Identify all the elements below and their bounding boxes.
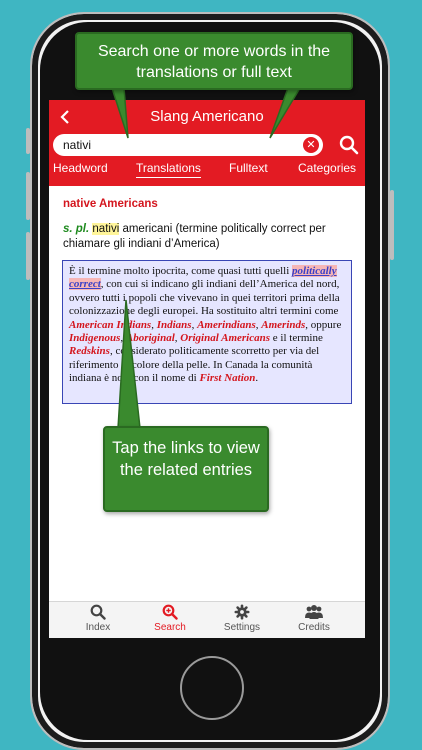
gear-icon — [234, 604, 250, 620]
callout-links-tip: Tap the links to view the related entrie… — [103, 426, 269, 512]
entry-translation: s. pl. nativi americani (termine politic… — [63, 222, 353, 252]
callout-search-tip: Search one or more words in the translat… — [75, 32, 353, 90]
search-icon — [90, 604, 106, 620]
link-first-nation[interactable]: First Nation — [199, 372, 255, 384]
usage-note: È il termine molto ipocrita, come quasi … — [62, 260, 352, 404]
nav-label: Settings — [223, 622, 261, 633]
tab-headword[interactable]: Headword — [53, 160, 108, 176]
home-button[interactable] — [180, 656, 244, 720]
nav-label: Index — [85, 622, 111, 633]
nav-label: Search — [154, 622, 186, 633]
app-header: Slang Americano ✕ Headword Translations … — [49, 100, 365, 186]
people-icon — [305, 605, 323, 619]
note-text: , con cui si indicano gli indiani dell’A… — [69, 278, 340, 318]
entry-headword[interactable]: native Americans — [63, 198, 158, 210]
link-amerindians[interactable]: Amerindians — [197, 319, 256, 331]
search-input[interactable] — [63, 136, 293, 154]
search-mode-tabs: Headword Translations Fulltext Categorie… — [49, 160, 365, 182]
search-box: ✕ — [53, 134, 323, 156]
link-indigenous[interactable]: Indigenous — [69, 332, 120, 344]
note-text: . — [255, 372, 259, 385]
silent-switch — [26, 128, 30, 154]
page-title: Slang Americano — [150, 108, 264, 125]
app-screen: Slang Americano ✕ Headword Translations … — [49, 100, 365, 638]
link-indians[interactable]: Indians — [157, 319, 192, 331]
clear-icon[interactable]: ✕ — [303, 137, 319, 153]
nav-search[interactable]: Search — [135, 604, 205, 634]
part-of-speech: s. pl. — [63, 223, 90, 235]
tab-translations[interactable]: Translations — [136, 160, 201, 178]
power-button — [390, 190, 394, 260]
link-original-americans[interactable]: Original Americans — [180, 332, 270, 344]
link-american-indians[interactable]: American Indians — [69, 319, 151, 331]
search-button[interactable] — [339, 135, 359, 155]
search-icon — [339, 135, 359, 155]
tab-fulltext[interactable]: Fulltext — [229, 160, 268, 176]
tab-categories[interactable]: Categories — [298, 160, 356, 176]
link-redskins[interactable]: Redskins — [69, 345, 110, 357]
link-amerinds[interactable]: Amerinds — [261, 319, 305, 331]
nav-credits[interactable]: Credits — [279, 604, 349, 634]
note-text: e il termine — [270, 332, 323, 345]
nav-label: Credits — [298, 622, 330, 633]
volume-down-button — [26, 232, 30, 280]
link-aboriginal[interactable]: Aboriginal — [126, 332, 175, 344]
nav-settings[interactable]: Settings — [207, 604, 277, 634]
bottom-tab-bar: Index Search Settings Credits — [49, 601, 365, 638]
note-text: , oppure — [305, 318, 342, 331]
volume-up-button — [26, 172, 30, 220]
search-highlight: nativi — [92, 223, 120, 235]
note-text: È il termine molto ipocrita, come quasi … — [69, 265, 293, 277]
nav-index[interactable]: Index — [63, 604, 133, 634]
zoom-in-icon — [162, 604, 178, 620]
